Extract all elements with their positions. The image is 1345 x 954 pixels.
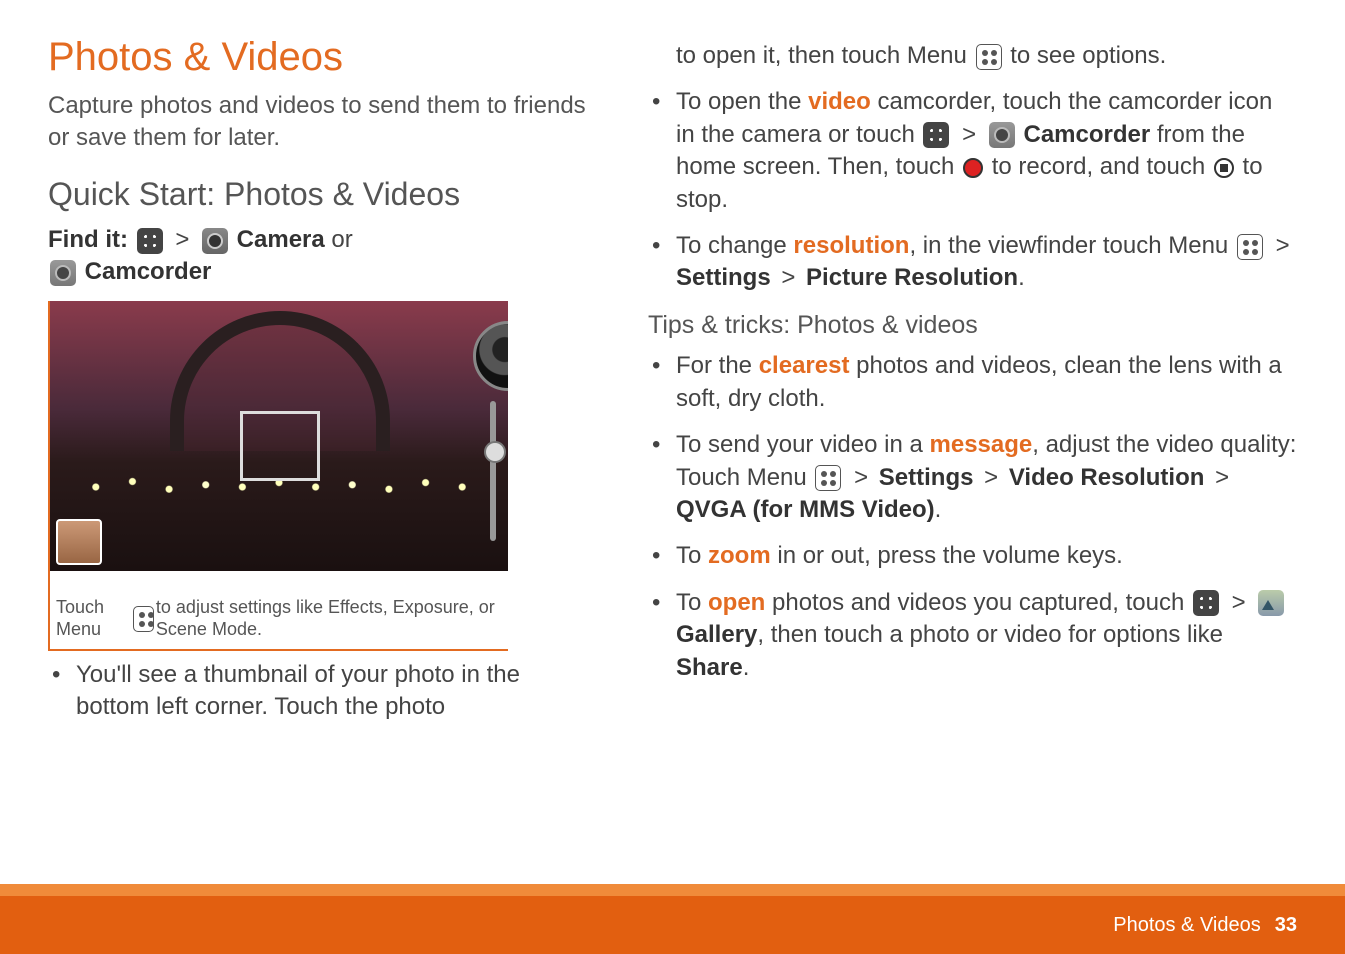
- record-icon: [963, 158, 983, 178]
- apps-icon: [1193, 590, 1219, 616]
- text-fragment: to open it, then touch Menu: [676, 42, 974, 69]
- open-keyword: open: [708, 589, 765, 616]
- thumbnail-bullet-text: You'll see a thumbnail of your photo in …: [76, 661, 520, 720]
- open-options-continuation: to open it, then touch Menu to see optio…: [648, 40, 1297, 72]
- clearest-keyword: clearest: [759, 352, 850, 379]
- share-label: Share: [676, 654, 743, 681]
- shutter-button[interactable]: [473, 321, 508, 391]
- apps-icon: [137, 228, 163, 254]
- list-item: For the clearest photos and videos, clea…: [648, 350, 1297, 415]
- text-fragment: To change: [676, 232, 793, 259]
- video-keyword: video: [808, 88, 871, 115]
- viewfinder-caption-suffix: to adjust settings like Effects, Exposur…: [156, 597, 502, 640]
- viewfinder-preview: [50, 301, 508, 571]
- zoom-keyword: zoom: [708, 542, 771, 569]
- quickstart-heading: Quick Start: Photos & Videos: [48, 173, 588, 216]
- viewfinder-caption-prefix: Touch Menu: [56, 597, 131, 640]
- text-fragment: in or out, press the volume keys.: [771, 542, 1123, 569]
- text-fragment: For the: [676, 352, 759, 379]
- breadcrumb-separator: >: [175, 226, 189, 253]
- focus-rectangle: [240, 411, 320, 481]
- camcorder-icon: [989, 122, 1015, 148]
- list-item: To send your video in a message, adjust …: [648, 429, 1297, 526]
- camera-app-label: Camera: [237, 226, 325, 253]
- qvga-label: QVGA (for MMS Video): [676, 496, 935, 523]
- footer-main-bar: Photos & Videos 33: [0, 896, 1345, 954]
- footer-section-label: Photos & Videos: [1113, 912, 1261, 939]
- page-body: Photos & Videos Capture photos and video…: [0, 0, 1345, 738]
- text-fragment: To send your video in a: [676, 431, 930, 458]
- list-item: To zoom in or out, press the volume keys…: [648, 540, 1297, 572]
- breadcrumb-separator: >: [1215, 464, 1229, 491]
- list-item: To open the video camcorder, touch the c…: [648, 86, 1297, 216]
- settings-label: Settings: [879, 464, 974, 491]
- apps-icon: [923, 122, 949, 148]
- left-column: Photos & Videos Capture photos and video…: [48, 30, 588, 738]
- period: .: [1018, 264, 1025, 291]
- camcorder-app-label: Camcorder: [1024, 121, 1151, 148]
- text-fragment: to see options.: [1010, 42, 1166, 69]
- breadcrumb-separator: >: [781, 264, 795, 291]
- text-fragment: To open the: [676, 88, 808, 115]
- text-fragment: To: [676, 589, 708, 616]
- breadcrumb-separator: >: [1232, 589, 1246, 616]
- tips-bullet-list: For the clearest photos and videos, clea…: [648, 350, 1297, 684]
- breadcrumb-separator: >: [984, 464, 998, 491]
- text-fragment: to record, and touch: [992, 153, 1212, 180]
- list-item: You'll see a thumbnail of your photo in …: [48, 659, 588, 724]
- page-footer: Photos & Videos 33: [0, 884, 1345, 954]
- text-fragment: photos and videos you captured, touch: [765, 589, 1191, 616]
- breadcrumb-separator: >: [1276, 232, 1290, 259]
- period: .: [935, 496, 942, 523]
- page-title: Photos & Videos: [48, 30, 588, 84]
- text-fragment: To: [676, 542, 708, 569]
- tips-heading: Tips & tricks: Photos & videos: [648, 309, 1297, 343]
- message-keyword: message: [930, 431, 1033, 458]
- menu-icon: [815, 465, 841, 491]
- video-resolution-label: Video Resolution: [1009, 464, 1205, 491]
- text-fragment: , then touch a photo or video for option…: [757, 621, 1223, 648]
- menu-icon: [976, 44, 1002, 70]
- viewfinder-caption: Touch Menu to adjust settings like Effec…: [50, 589, 508, 649]
- list-item: To open photos and videos you captured, …: [648, 587, 1297, 684]
- menu-icon: [133, 606, 153, 632]
- menu-icon: [1237, 234, 1263, 260]
- camcorder-icon: [50, 260, 76, 286]
- text-fragment: , in the viewfinder touch Menu: [909, 232, 1235, 259]
- viewfinder-figure: Touch Menu to adjust settings like Effec…: [48, 301, 508, 651]
- picture-resolution-label: Picture Resolution: [806, 264, 1018, 291]
- period: .: [743, 654, 750, 681]
- page-number: 33: [1275, 912, 1297, 939]
- stop-icon: [1214, 158, 1234, 178]
- find-it-label: Find it:: [48, 226, 128, 253]
- gallery-label: Gallery: [676, 621, 757, 648]
- footer-accent-bar: [0, 884, 1345, 896]
- left-bullet-list: You'll see a thumbnail of your photo in …: [48, 659, 588, 724]
- camcorder-app-label: Camcorder: [85, 258, 212, 285]
- find-it-or: or: [331, 226, 352, 253]
- intro-text: Capture photos and videos to send them t…: [48, 90, 588, 155]
- zoom-slider[interactable]: [490, 401, 496, 541]
- resolution-keyword: resolution: [793, 232, 909, 259]
- find-it-line: Find it: > Camera or Camcorder: [48, 224, 588, 289]
- breadcrumb-separator: >: [854, 464, 868, 491]
- thumbnail-preview[interactable]: [56, 519, 102, 565]
- right-bullet-list-1: To open the video camcorder, touch the c…: [648, 86, 1297, 294]
- list-item: To change resolution, in the viewfinder …: [648, 230, 1297, 295]
- breadcrumb-separator: >: [962, 121, 976, 148]
- right-column: to open it, then touch Menu to see optio…: [648, 30, 1297, 738]
- camera-icon: [202, 228, 228, 254]
- settings-label: Settings: [676, 264, 771, 291]
- gallery-icon: [1258, 590, 1284, 616]
